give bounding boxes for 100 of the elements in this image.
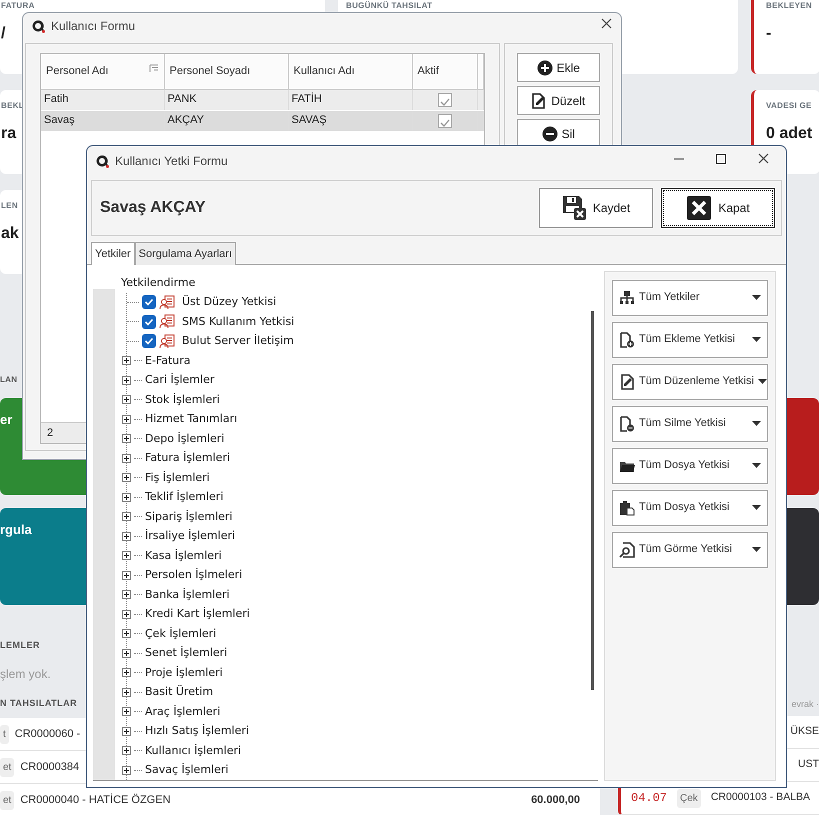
- tree-item[interactable]: SMS Kullanım Yetkisi: [182, 314, 294, 330]
- expand-icon[interactable]: [122, 570, 131, 580]
- expand-icon[interactable]: [122, 726, 131, 736]
- column-header[interactable]: Aktif: [412, 54, 477, 89]
- dropdown-button[interactable]: Tüm Dosya Yetkisi: [612, 448, 768, 484]
- expand-icon[interactable]: [122, 746, 131, 756]
- expand-icon[interactable]: [122, 688, 131, 697]
- expand-icon[interactable]: [122, 766, 131, 775]
- tree-item[interactable]: Hızlı Satış İşlemleri: [145, 723, 249, 740]
- app-logo-icon: [31, 19, 45, 33]
- tab[interactable]: Sorgulama Ayarları: [134, 242, 236, 264]
- column-header[interactable]: Kullanıcı Adı: [288, 54, 412, 89]
- tree-item[interactable]: Stok İşlemleri: [145, 392, 220, 408]
- checkbox[interactable]: [142, 314, 156, 329]
- dropdown-button[interactable]: Tüm Görme Yetkisi: [612, 532, 768, 568]
- expand-icon[interactable]: [122, 551, 131, 560]
- scrollbar-thumb[interactable]: [591, 310, 594, 690]
- user-name: Savaş AKÇAY: [100, 198, 206, 218]
- expand-icon[interactable]: [122, 648, 131, 658]
- tree-item[interactable]: Kasa İşlemleri: [145, 548, 222, 564]
- column-header[interactable]: Personel Soyadı: [164, 54, 288, 89]
- expand-icon[interactable]: [122, 454, 131, 463]
- caret-icon: [758, 379, 767, 384]
- checkbox[interactable]: [142, 334, 156, 348]
- expand-icon[interactable]: [122, 414, 131, 424]
- tree-item[interactable]: Basit Üretim: [145, 684, 214, 700]
- minus-circle-icon: [542, 126, 558, 142]
- table-cell: PANK: [164, 89, 288, 110]
- caret-icon: [752, 295, 761, 300]
- checkbox[interactable]: [438, 114, 452, 128]
- tree-item[interactable]: İrsaliye İşlemleri: [145, 528, 236, 544]
- window-title: Kullanıcı Yetki Formu: [115, 153, 228, 170]
- clipboard-icon: [619, 500, 635, 516]
- expand-icon[interactable]: [122, 590, 131, 600]
- tree-item[interactable]: Kredi Kart İşlemleri: [145, 606, 250, 622]
- dropdown-button[interactable]: Tüm Silme Yetkisi: [612, 406, 768, 442]
- table-cell: AKÇAY: [164, 110, 288, 131]
- tree-item[interactable]: Persolen İşlmeleri: [145, 567, 242, 584]
- tree-item[interactable]: Bulut Server İletişim: [182, 333, 294, 350]
- amount-text: 60.000,00: [531, 792, 580, 808]
- expand-icon[interactable]: [122, 512, 131, 522]
- expand-icon[interactable]: [122, 629, 131, 638]
- dropdown-button[interactable]: Tüm Dosya Yetkisi: [612, 490, 768, 526]
- toolbar-button[interactable]: Kapat: [661, 188, 775, 228]
- user-list-icon: [159, 314, 175, 330]
- tree-item[interactable]: Kullanıcı İşlemleri: [145, 742, 242, 759]
- tree-item[interactable]: Çek İşlemleri: [145, 626, 216, 642]
- expand-icon[interactable]: [122, 707, 131, 716]
- expand-icon[interactable]: [122, 376, 131, 385]
- expand-icon[interactable]: [122, 356, 131, 366]
- tree-item[interactable]: Teklif İşlemleri: [145, 489, 224, 506]
- checkbox[interactable]: [438, 92, 452, 106]
- form-button[interactable]: Düzelt: [516, 86, 600, 115]
- caret-icon: [752, 337, 761, 342]
- form-button[interactable]: Sil: [516, 119, 600, 148]
- user-list-icon: [159, 334, 175, 349]
- collection-text: CR0000384: [20, 760, 80, 775]
- form-button[interactable]: Ekle: [516, 53, 600, 82]
- type-badge: Çek: [677, 788, 701, 808]
- tree-item[interactable]: Cari İşlemler: [145, 372, 214, 388]
- document-pencil-icon: [619, 374, 635, 390]
- expand-icon[interactable]: [122, 395, 131, 404]
- type-badge: et: [0, 790, 14, 810]
- user-list-icon: [159, 294, 175, 310]
- tree-item[interactable]: Üst Düzey Yetkisi: [182, 294, 276, 310]
- tree-item[interactable]: E-Fatura: [145, 352, 191, 369]
- table-cell: Savaş: [41, 110, 164, 131]
- table-cell: SAVAŞ: [288, 110, 412, 131]
- column-header[interactable]: Personel Adı: [41, 54, 164, 89]
- toolbar-button[interactable]: Kaydet: [539, 188, 653, 228]
- dropdown-button[interactable]: Tüm Yetkiler: [612, 280, 768, 316]
- checkbox[interactable]: [142, 295, 156, 310]
- collection-text: CR0000103 - BALBA: [710, 790, 810, 806]
- tree-item[interactable]: Banka İşlemleri: [145, 586, 230, 603]
- tree-item[interactable]: Proje İşlemleri: [145, 664, 223, 681]
- expand-icon[interactable]: [122, 473, 131, 482]
- floppy-disk-icon: [562, 195, 587, 221]
- tree-item[interactable]: Savaç İşlemleri: [145, 762, 228, 778]
- tree-item[interactable]: Senet İşlemleri: [145, 645, 228, 662]
- section-label: LAN: [0, 374, 18, 386]
- tree-item[interactable]: Sipariş İşlemleri: [145, 508, 232, 525]
- tree-item[interactable]: Fatura İşlemleri: [145, 450, 230, 466]
- caret-icon: [752, 547, 761, 552]
- section-label: N TAHSILATLAR: [0, 696, 78, 710]
- dropdown-button[interactable]: Tüm Düzenleme Yetkisi: [612, 364, 768, 400]
- expand-icon[interactable]: [122, 492, 131, 502]
- document-plus-icon: [619, 332, 635, 348]
- dropdown-button[interactable]: Tüm Ekleme Yetkisi: [612, 322, 768, 358]
- tree-item[interactable]: Araç İşlemleri: [145, 704, 220, 720]
- expand-icon[interactable]: [122, 532, 131, 541]
- expand-icon[interactable]: [122, 434, 131, 444]
- grid-row[interactable]: Savaş AKÇAY SAVAŞ: [41, 110, 483, 131]
- close-icon: [686, 195, 712, 221]
- tab[interactable]: Yetkiler: [91, 242, 135, 264]
- expand-icon[interactable]: [122, 610, 131, 619]
- card-value: ak: [1, 224, 19, 244]
- grid-row[interactable]: Fatih PANK FATİH: [41, 89, 483, 110]
- expand-icon[interactable]: [122, 668, 131, 678]
- tree-root[interactable]: Yetkilendirme: [121, 274, 591, 292]
- tree-item[interactable]: Fiş İşlemleri: [145, 470, 210, 486]
